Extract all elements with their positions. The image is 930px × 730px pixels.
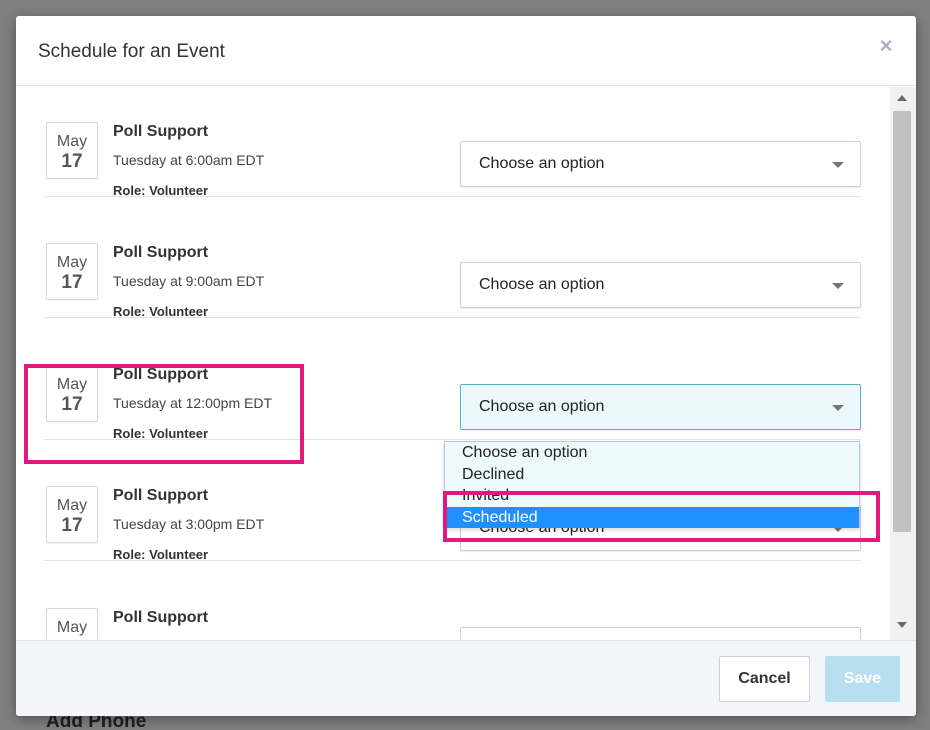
date-day: 17 (61, 272, 83, 293)
arrow-up-icon[interactable] (897, 95, 907, 101)
event-time: Tuesday at 6:00am EDT (113, 152, 265, 168)
date-day: 17 (61, 515, 83, 536)
event-title: Poll Support (113, 609, 209, 626)
status-select[interactable] (460, 627, 861, 639)
modal-body: May 17 Poll Support Tuesday at 6:00am ED… (16, 87, 890, 639)
date-badge: May 17 (46, 365, 98, 422)
cancel-button[interactable]: Cancel (719, 656, 810, 702)
dropdown-option-highlighted[interactable]: Scheduled (445, 506, 859, 528)
modal-title: Schedule for an Event (38, 41, 225, 62)
event-title: Poll Support (113, 244, 209, 261)
status-select[interactable]: Choose an option (460, 384, 861, 430)
chevron-down-icon (832, 162, 844, 168)
event-row: May 17 Poll Support Tuesday at 9:00am ED… (44, 197, 861, 319)
event-row: May 17 Poll Support Tuesday at 6:00am ED… (44, 87, 861, 198)
event-title: Poll Support (113, 123, 209, 140)
select-value: Choose an option (479, 276, 605, 293)
scrollbar[interactable] (890, 87, 916, 640)
arrow-down-icon[interactable] (897, 622, 907, 628)
event-role: Role: Volunteer (113, 183, 209, 198)
select-value: Choose an option (479, 155, 605, 172)
date-day: 17 (61, 394, 83, 415)
event-role: Role: Volunteer (113, 547, 209, 562)
status-dropdown-list: Choose an option Declined Invited Schedu… (444, 441, 860, 528)
date-badge: May 17 (46, 486, 98, 543)
event-time: Tuesday at 3:00pm EDT (113, 516, 265, 532)
schedule-modal: Schedule for an Event × May 17 Poll Supp… (16, 16, 916, 716)
save-button[interactable]: Save (825, 656, 900, 702)
dropdown-option[interactable]: Declined (445, 464, 859, 486)
date-month: May (56, 497, 88, 514)
status-select[interactable]: Choose an option (460, 262, 861, 308)
date-month: May (56, 133, 88, 150)
chevron-down-icon (832, 283, 844, 289)
event-title: Poll Support (113, 366, 209, 383)
dropdown-option[interactable]: Invited (445, 485, 859, 507)
chevron-down-icon (832, 405, 844, 411)
date-month: May (56, 254, 88, 271)
date-month: May (56, 376, 88, 393)
event-title: Poll Support (113, 487, 209, 504)
date-badge: May (46, 608, 98, 639)
date-day: 17 (61, 151, 83, 172)
event-role: Role: Volunteer (113, 426, 209, 441)
modal-footer: Cancel Save (16, 640, 916, 716)
modal-header: Schedule for an Event × (16, 16, 916, 86)
dropdown-option[interactable]: Choose an option (445, 442, 859, 464)
status-select[interactable]: Choose an option (460, 141, 861, 187)
event-time: Tuesday at 9:00am EDT (113, 273, 265, 289)
date-badge: May 17 (46, 243, 98, 300)
scrollbar-thumb[interactable] (893, 111, 911, 532)
close-icon[interactable]: × (876, 35, 896, 57)
event-time: Tuesday at 12:00pm EDT (113, 395, 273, 411)
date-month: May (56, 619, 88, 636)
select-value: Choose an option (479, 398, 605, 415)
event-role: Role: Volunteer (113, 304, 209, 319)
event-row: May 17 Poll Support Tuesday at 12:00pm E… (44, 319, 861, 441)
event-row: May Poll Support (44, 562, 861, 639)
date-badge: May 17 (46, 122, 98, 179)
